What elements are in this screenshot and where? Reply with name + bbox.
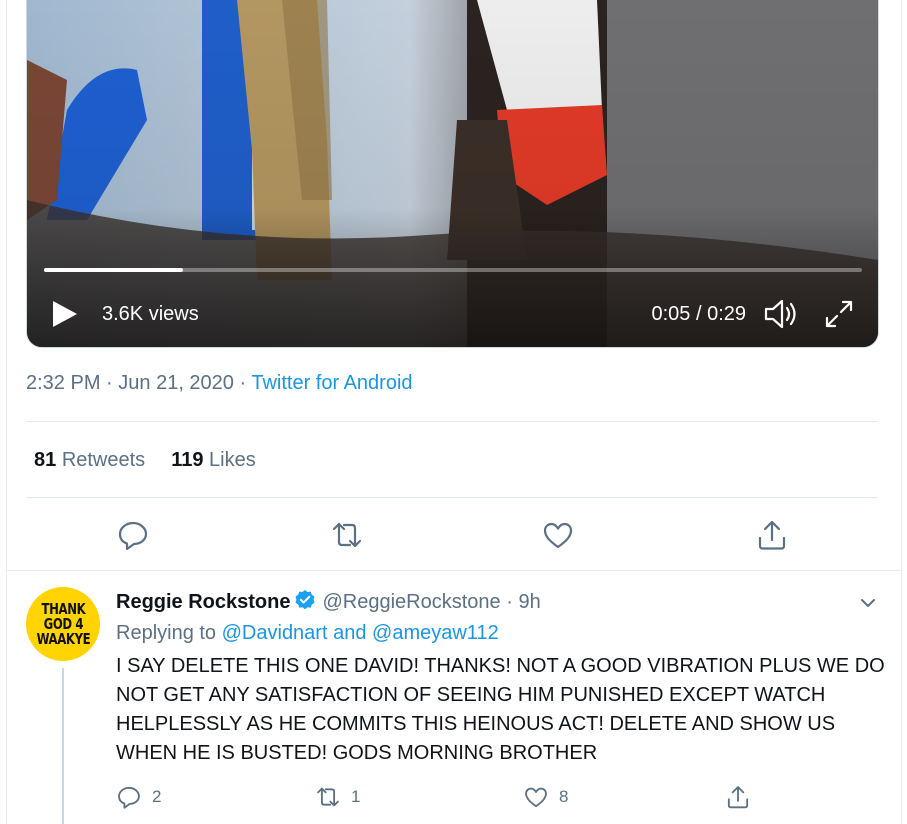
play-button[interactable]	[51, 299, 79, 329]
reply-icon	[118, 521, 148, 551]
likes-count: 119	[171, 449, 204, 471]
retweets-label: Retweets	[61, 449, 146, 471]
likes-label: Likes	[209, 449, 256, 471]
video-frame	[27, 0, 878, 347]
retweet-button[interactable]	[330, 518, 364, 552]
retweets-stat[interactable]: 81 Retweets	[34, 449, 145, 471]
likes-stat[interactable]: 119 Likes	[171, 449, 256, 471]
volume-button[interactable]	[763, 298, 799, 330]
volume-icon	[764, 299, 796, 329]
meta-separator: ·	[233, 372, 252, 394]
reply-reply-button[interactable]: 2	[116, 784, 161, 810]
chevron-down-icon	[861, 599, 875, 607]
play-icon	[53, 301, 77, 327]
column-border-right	[901, 0, 902, 824]
video-timestamp: 0:05 / 0:29	[651, 303, 746, 325]
meta-separator: ·	[500, 591, 519, 613]
share-button[interactable]	[755, 518, 789, 552]
divider	[26, 497, 878, 498]
tweet-date[interactable]: Jun 21, 2020	[118, 372, 234, 394]
tweet-meta: 2:32 PM · Jun 21, 2020 · Twitter for And…	[26, 372, 413, 395]
heart-icon	[543, 522, 573, 549]
reply-text: I SAY DELETE THIS ONE DAVID! THANKS! NOT…	[116, 655, 885, 764]
reply-button[interactable]	[116, 518, 150, 552]
column-border-left	[6, 0, 7, 824]
avatar-logo-text: THANK GOD 4 WAAKYE	[36, 599, 90, 648]
more-options-button[interactable]	[857, 592, 879, 614]
reply-time[interactable]: 9h	[518, 591, 540, 613]
retweet-count: 1	[351, 787, 361, 806]
reply-author-handle[interactable]: @ReggieRockstone	[322, 591, 500, 613]
meta-separator: ·	[100, 372, 119, 394]
divider	[26, 421, 878, 422]
reply-count: 2	[152, 787, 162, 806]
reply-like-button[interactable]: 8	[523, 784, 568, 810]
reply-share-button[interactable]	[725, 784, 751, 810]
retweet-icon	[317, 787, 339, 807]
replying-to: Replying to @Davidnart and @ameyaw112	[116, 622, 499, 645]
replying-prefix: Replying to	[116, 622, 217, 644]
tweet-time[interactable]: 2:32 PM	[26, 372, 100, 394]
like-count: 8	[559, 787, 569, 806]
share-icon	[758, 520, 786, 550]
reply-header: Reggie Rockstone @ReggieRockstone · 9h	[116, 589, 541, 614]
tweet-stats: 81 Retweets 119 Likes	[34, 449, 256, 472]
like-button[interactable]	[541, 518, 575, 552]
video-progress-bar[interactable]	[44, 268, 862, 272]
avatar[interactable]: THANK GOD 4 WAAKYE	[26, 587, 100, 661]
reply-retweet-button[interactable]: 1	[315, 784, 360, 810]
tweet-source-link[interactable]: Twitter for Android	[251, 372, 412, 394]
reply-icon	[118, 786, 140, 809]
fullscreen-button[interactable]	[823, 298, 855, 330]
video-player[interactable]: 3.6K views 0:05 / 0:29	[26, 0, 879, 348]
heart-icon	[525, 787, 547, 808]
fullscreen-icon	[825, 300, 853, 328]
share-icon	[727, 786, 749, 809]
video-progress-fill	[44, 268, 184, 272]
video-view-count: 3.6K views	[102, 303, 199, 325]
mention-davidnart[interactable]: @Davidnart and @ameyaw112	[222, 622, 499, 644]
divider	[6, 570, 902, 571]
reply-author-name[interactable]: Reggie Rockstone	[116, 591, 290, 613]
thread-line	[62, 668, 64, 824]
verified-badge-icon	[295, 590, 315, 610]
retweets-count: 81	[34, 449, 57, 471]
retweet-icon	[332, 522, 362, 548]
